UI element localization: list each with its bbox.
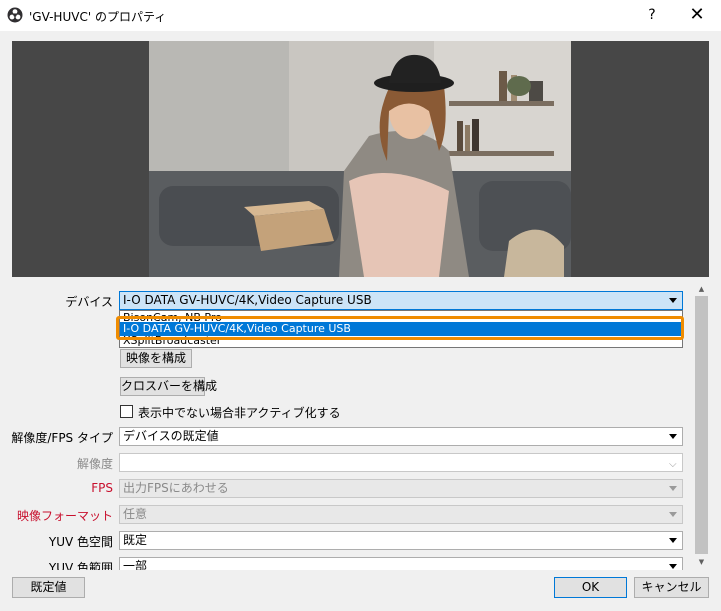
close-icon: ✕ (689, 4, 705, 25)
configure-crossbar-button[interactable]: クロスバーを構成 (120, 377, 217, 396)
video-format-label: 映像フォーマット (16, 509, 113, 523)
fps-label: FPS (91, 481, 113, 495)
res-fps-type-label: 解像度/FPS タイプ (11, 431, 113, 445)
video-format-combo[interactable]: 任意 (119, 505, 683, 524)
scroll-down-arrow-icon[interactable]: ▼ (694, 555, 709, 569)
yuv-color-space-value: 既定 (123, 533, 148, 547)
resolution-label: 解像度 (76, 457, 113, 471)
obs-app-icon (7, 7, 23, 23)
deactivate-checkbox-label: 表示中でない場合非アクティブ化する (138, 406, 341, 420)
yuv-color-space-combo[interactable]: 既定 (119, 531, 683, 550)
yuv-color-range-value: 一部 (123, 559, 148, 570)
configure-video-button[interactable]: 映像を構成 (120, 349, 192, 368)
defaults-button[interactable]: 既定値 (12, 577, 85, 598)
yuv-color-space-label: YUV 色空間 (48, 535, 113, 549)
help-button[interactable]: ? (638, 2, 666, 28)
scroll-up-arrow-icon[interactable]: ▲ (694, 282, 709, 296)
yuv-color-range-combo[interactable]: 一部 (119, 557, 683, 570)
ok-button[interactable]: OK (554, 577, 627, 598)
fps-value: 出力FPSにあわせる (123, 481, 229, 495)
chevron-down-icon (669, 298, 677, 303)
yuv-color-range-row: YUV 色範囲 一部 (0, 557, 690, 570)
chevron-down-icon (669, 538, 677, 543)
highlight-outline (116, 316, 684, 340)
chevron-down-icon (669, 512, 677, 517)
resolution-combo[interactable]: ⌵ (119, 453, 683, 472)
device-combo-value: I-O DATA GV-HUVC/4K,Video Capture USB (123, 293, 372, 307)
device-label: デバイス (65, 295, 113, 309)
scrollbar-thumb[interactable] (695, 296, 708, 554)
chevron-down-icon: ⌵ (669, 459, 677, 470)
close-button[interactable]: ✕ (680, 2, 714, 28)
res-fps-type-value: デバイスの既定値 (123, 429, 219, 443)
deactivate-checkbox[interactable] (120, 405, 133, 418)
fps-combo[interactable]: 出力FPSにあわせる (119, 479, 683, 498)
video-format-value: 任意 (123, 507, 148, 521)
res-fps-type-combo[interactable]: デバイスの既定値 (119, 427, 683, 446)
device-combo[interactable]: I-O DATA GV-HUVC/4K,Video Capture USB (119, 291, 683, 310)
preview-image (149, 41, 571, 277)
chevron-down-icon (669, 434, 677, 439)
chevron-down-icon (669, 486, 677, 491)
window-title: 'GV-HUVC' のプロパティ (29, 10, 167, 24)
chevron-down-icon (669, 564, 677, 569)
yuv-color-range-label: YUV 色範囲 (48, 561, 113, 570)
cancel-button[interactable]: キャンセル (634, 577, 709, 598)
